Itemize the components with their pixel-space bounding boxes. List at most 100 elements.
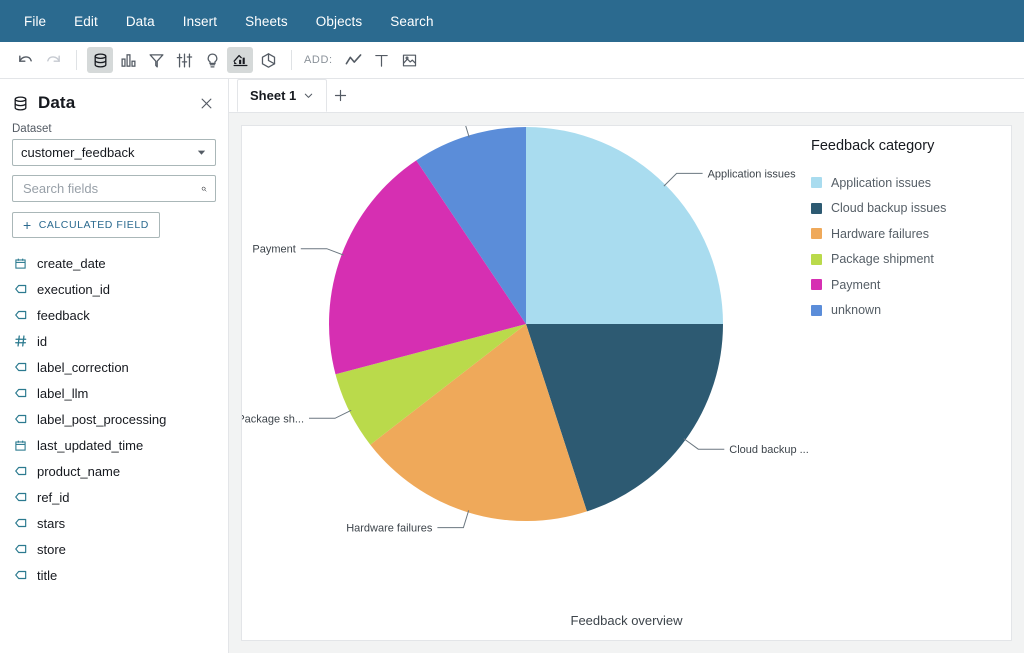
slice-label-hardware-failures: Hardware failures <box>346 523 433 535</box>
chart-legend: Feedback category Application issues Clo… <box>811 138 1001 323</box>
calendar-icon <box>13 439 28 452</box>
legend-swatch <box>811 304 822 316</box>
undo-icon <box>18 55 32 62</box>
tab-sheet-1[interactable]: Sheet 1 <box>237 79 328 112</box>
search-input[interactable] <box>21 180 201 197</box>
calculated-field-label: CALCULATED FIELD <box>38 219 149 231</box>
slice-label-package-shipment: Package sh... <box>242 413 304 425</box>
field-create-date[interactable]: create_date <box>12 250 216 276</box>
legend-item-package-shipment[interactable]: Package shipment <box>811 247 1001 273</box>
redo-button[interactable] <box>40 47 66 73</box>
sheet-tab-label: Sheet 1 <box>250 88 297 103</box>
database-icon <box>94 52 106 68</box>
string-field-icon <box>13 490 28 504</box>
string-field-icon <box>13 516 28 530</box>
legend-item-unknown[interactable]: unknown <box>811 298 1001 324</box>
field-execution-id[interactable]: execution_id <box>12 276 216 302</box>
toolbar: ADD: <box>0 42 1024 79</box>
parameters-button[interactable] <box>171 47 197 73</box>
slice-label-unknown: unknown <box>389 126 433 127</box>
menu-item-insert[interactable]: Insert <box>169 8 231 35</box>
menu-item-search[interactable]: Search <box>376 8 447 35</box>
search-fields-box[interactable] <box>12 175 216 202</box>
legend-item-cloud-backup-issues[interactable]: Cloud backup issues <box>811 196 1001 222</box>
string-field-icon <box>13 308 28 322</box>
filter-icon <box>148 53 164 68</box>
pie-slices <box>329 127 723 522</box>
field-product-name[interactable]: product_name <box>12 458 216 484</box>
plus-icon: + <box>23 217 32 233</box>
sheet-tab-bar: Sheet 1 <box>229 79 1024 113</box>
database-icon <box>14 95 27 111</box>
redo-icon <box>46 55 60 62</box>
string-field-icon <box>13 542 28 556</box>
field-label: label_llm <box>37 385 89 401</box>
legend-item-hardware-failures[interactable]: Hardware failures <box>811 221 1001 247</box>
legend-label: Hardware failures <box>831 226 929 241</box>
legend-swatch <box>811 279 822 291</box>
field-label: stars <box>37 515 66 531</box>
data-source-button[interactable] <box>87 47 113 73</box>
chevron-down-icon <box>197 150 206 155</box>
field-label: title <box>37 567 58 583</box>
field-label-post-processing[interactable]: label_post_processing <box>12 406 216 432</box>
menu-bar: File Edit Data Insert Sheets Objects Sea… <box>0 0 1024 42</box>
legend-item-payment[interactable]: Payment <box>811 272 1001 298</box>
legend-item-application-issues[interactable]: Application issues <box>811 170 1001 196</box>
sliders-icon <box>176 52 192 68</box>
menu-item-edit[interactable]: Edit <box>60 8 112 35</box>
close-panel-button[interactable] <box>197 94 216 113</box>
filter-button[interactable] <box>143 47 169 73</box>
undo-button[interactable] <box>12 47 38 73</box>
field-id[interactable]: id <box>12 328 216 354</box>
image-icon <box>403 54 417 66</box>
field-list: create_date execution_id feedback id lab… <box>12 250 216 588</box>
field-title[interactable]: title <box>12 562 216 588</box>
sheet-area: Sheet 1 Application issues Cloud backup … <box>229 79 1024 653</box>
menu-item-sheets[interactable]: Sheets <box>231 8 302 35</box>
leader-line-package-shipment <box>309 409 352 419</box>
field-label-correction[interactable]: label_correction <box>12 354 216 380</box>
field-stars[interactable]: stars <box>12 510 216 536</box>
add-image-button[interactable] <box>397 47 423 73</box>
visual-title: Feedback overview <box>570 613 683 628</box>
string-field-icon <box>13 360 28 374</box>
add-calculated-field-button[interactable]: + CALCULATED FIELD <box>12 212 160 238</box>
visualize-button[interactable] <box>115 47 141 73</box>
themes-button[interactable] <box>255 47 281 73</box>
add-visual-button[interactable] <box>341 47 367 73</box>
legend-title: Feedback category <box>811 138 935 154</box>
string-field-icon <box>13 412 28 426</box>
dataset-select-value: customer_feedback <box>21 145 135 160</box>
leader-line-unknown <box>465 126 470 138</box>
pie-chart-visual[interactable]: Application issues Cloud backup ... Hard… <box>241 125 1012 641</box>
field-store[interactable]: store <box>12 536 216 562</box>
field-ref-id[interactable]: ref_id <box>12 484 216 510</box>
menu-item-data[interactable]: Data <box>112 8 169 35</box>
theme-icon <box>261 52 275 68</box>
dataset-select[interactable]: customer_feedback <box>12 139 216 166</box>
add-text-button[interactable] <box>369 47 395 73</box>
legend-swatch <box>811 177 822 189</box>
format-visual-button[interactable] <box>227 47 253 73</box>
string-field-icon <box>13 464 28 478</box>
line-chart-icon <box>345 53 362 64</box>
pie-slice-application-issues[interactable] <box>526 127 723 324</box>
add-label: ADD: <box>304 54 333 66</box>
legend-label: Cloud backup issues <box>831 201 947 216</box>
insights-button[interactable] <box>199 47 225 73</box>
format-chart-icon <box>232 54 248 66</box>
data-panel: Data Dataset customer_feedback Search fi… <box>0 79 229 653</box>
data-panel-title: Data <box>38 93 76 112</box>
chevron-down-icon[interactable] <box>303 90 314 101</box>
add-sheet-button[interactable] <box>327 79 353 112</box>
leader-line-hardware-failures <box>437 510 470 529</box>
leader-line-application-issues <box>663 172 703 187</box>
menu-item-file[interactable]: File <box>10 8 60 35</box>
field-last-updated-time[interactable]: last_updated_time <box>12 432 216 458</box>
field-feedback[interactable]: feedback <box>12 302 216 328</box>
menu-item-objects[interactable]: Objects <box>302 8 376 35</box>
plus-icon <box>334 89 346 102</box>
field-label-llm[interactable]: label_llm <box>12 380 216 406</box>
search-icon <box>201 186 207 191</box>
